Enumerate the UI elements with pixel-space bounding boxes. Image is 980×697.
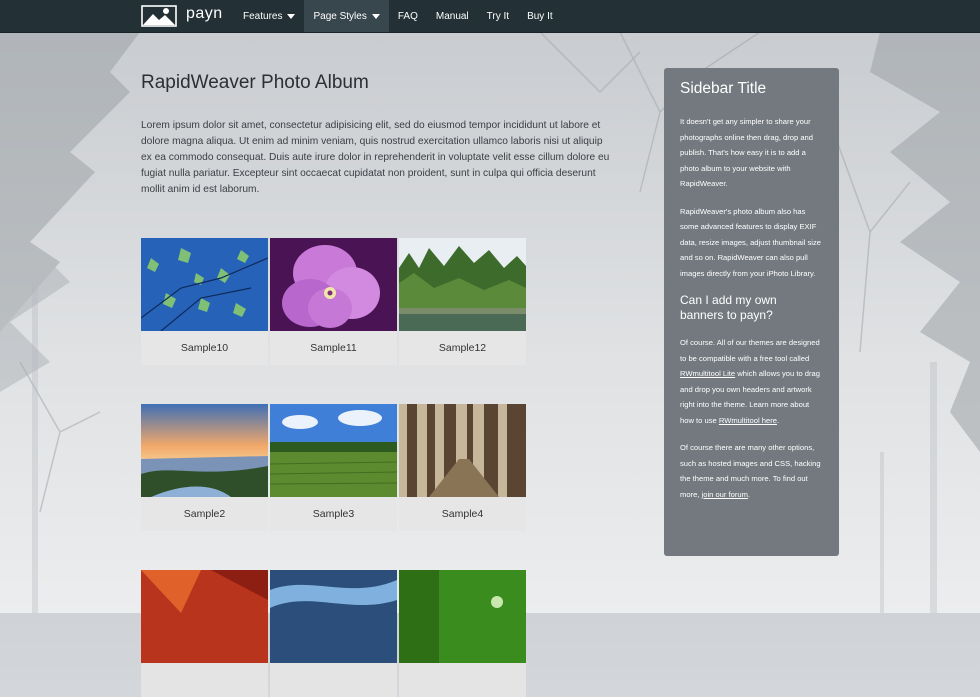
nav-item-buy-it[interactable]: Buy It	[518, 0, 562, 32]
sidebar-paragraph-2: RapidWeaver's photo album also has some …	[680, 206, 821, 278]
brand-name[interactable]: payn	[186, 5, 223, 23]
thumbnail-caption: Sample2	[141, 497, 268, 531]
thumbnail-caption: Sample12	[399, 331, 526, 365]
photo-pink-flower	[270, 238, 397, 331]
thumbnail-sample10[interactable]: Sample10	[141, 238, 268, 365]
thumbnail-blue-water[interactable]	[270, 570, 397, 697]
thumbnail-caption: Sample10	[141, 331, 268, 365]
thumbnail-sample11[interactable]: Sample11	[270, 238, 397, 365]
rwmultitool-here-link[interactable]: RWmultitool here	[719, 416, 777, 425]
rwmultitool-lite-link[interactable]: RWmultitool Lite	[680, 369, 735, 378]
photo-blue-water	[270, 570, 397, 663]
sidebar-paragraph-3: Of course. All of our themes are designe…	[680, 338, 820, 425]
nav-item-page-styles[interactable]: Page Styles	[304, 0, 389, 32]
thumbnail-sample2[interactable]: Sample2	[141, 404, 268, 531]
photo-forest-lake	[399, 238, 526, 331]
sidebar-subtitle: Can I add my own banners to payn?	[680, 293, 777, 322]
thumbnail-caption: Sample3	[270, 497, 397, 531]
page-title: RapidWeaver Photo Album	[141, 72, 369, 93]
caret-down-icon	[371, 13, 380, 19]
page-content: RapidWeaver Photo Album Lorem ipsum dolo…	[0, 0, 980, 697]
nav-item-try-it[interactable]: Try It	[478, 0, 518, 32]
sidebar: Sidebar Title It doesn't get any simpler…	[664, 68, 839, 556]
caret-down-icon	[287, 13, 296, 19]
nav-item-features[interactable]: Features	[234, 0, 304, 32]
thumbnail-green-droplet[interactable]	[399, 570, 526, 697]
photo-red-leaf	[141, 570, 268, 663]
top-nav-bar: payn Features Page Styles FAQ Manual Try…	[0, 0, 980, 33]
photo-green-droplet	[399, 570, 526, 663]
nav-item-faq[interactable]: FAQ	[389, 0, 427, 32]
thumbnail-caption: Sample4	[399, 497, 526, 531]
thumbnail-red-leaf[interactable]	[141, 570, 268, 697]
intro-paragraph: Lorem ipsum dolor sit amet, consectetur …	[141, 120, 610, 195]
thumbnail-caption: Sample11	[270, 331, 397, 365]
photo-green-field	[270, 404, 397, 497]
thumbnail-sample12[interactable]: Sample12	[399, 238, 526, 365]
join-forum-link[interactable]: join our forum	[702, 490, 748, 499]
sidebar-paragraph-4: Of course there are many other options, …	[680, 443, 821, 499]
main-menu: Features Page Styles FAQ Manual Try It B…	[234, 0, 562, 32]
logo-icon[interactable]	[141, 5, 177, 27]
photo-blue-leaves	[141, 238, 268, 331]
nav-item-manual[interactable]: Manual	[427, 0, 478, 32]
sidebar-paragraph-1: It doesn't get any simpler to share your…	[680, 117, 813, 188]
thumbnail-sample3[interactable]: Sample3	[270, 404, 397, 531]
photo-tree-trunks	[399, 404, 526, 497]
sidebar-title: Sidebar Title	[680, 80, 767, 97]
thumbnail-sample4[interactable]: Sample4	[399, 404, 526, 531]
photo-sunset-river	[141, 404, 268, 497]
